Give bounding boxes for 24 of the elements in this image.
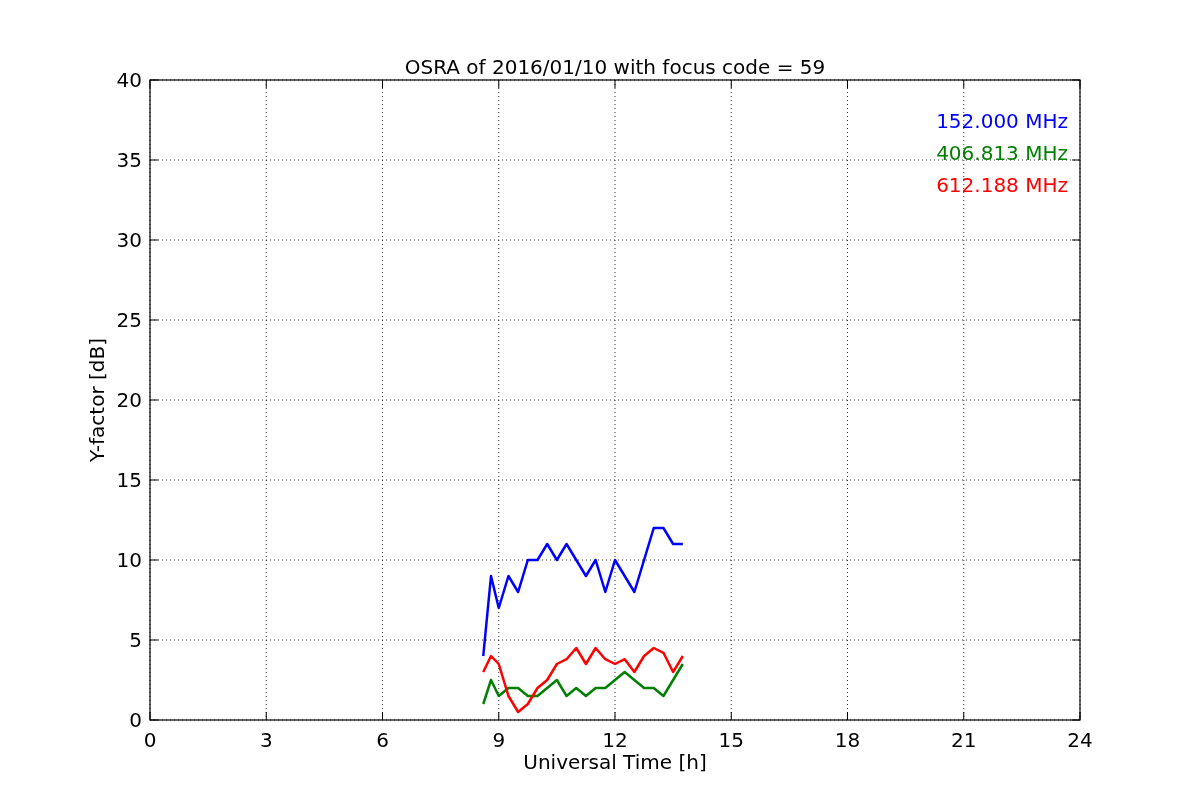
y-tick-label: 40 [116, 68, 142, 92]
legend-label: 152.000 MHz [936, 109, 1068, 133]
x-tick-label: 24 [1067, 728, 1093, 752]
y-tick-label: 10 [116, 548, 142, 572]
x-tick-label: 9 [492, 728, 506, 752]
y-axis-label: Y-factor [dB] [85, 338, 109, 462]
y-tick-label: 25 [116, 308, 142, 332]
x-tick-label: 15 [718, 728, 744, 752]
y-tick-label: 30 [116, 228, 142, 252]
legend-label: 612.188 MHz [936, 173, 1068, 197]
x-tick-label: 6 [376, 728, 389, 752]
x-tick-label: 21 [951, 728, 977, 752]
y-tick-label: 0 [129, 708, 142, 732]
x-tick-label: 0 [143, 728, 157, 752]
y-tick-label: 5 [129, 628, 142, 652]
chart-title: OSRA of 2016/01/10 with focus code = 59 [404, 55, 826, 79]
x-tick-label: 12 [602, 728, 628, 752]
y-tick-label: 15 [116, 468, 142, 492]
legend-label: 406.813 MHz [936, 141, 1068, 165]
x-tick-label: 18 [834, 728, 861, 752]
x-axis-label: Universal Time [h] [523, 750, 707, 774]
x-tick-label: 3 [259, 728, 273, 752]
y-tick-label: 35 [116, 148, 142, 172]
y-tick-label: 20 [116, 388, 142, 412]
